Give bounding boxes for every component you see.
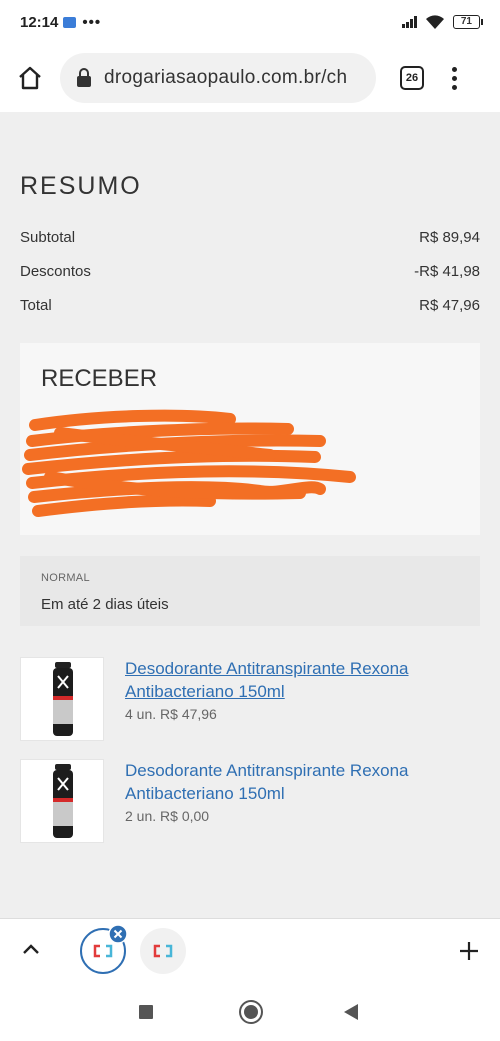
summary-value: -R$ 41,98 <box>414 263 480 280</box>
summary-label: Subtotal <box>20 229 76 246</box>
address-bar[interactable]: drogariasaopaulo.com.br/ch <box>60 53 376 103</box>
home-circle-icon[interactable] <box>239 1000 263 1024</box>
plus-icon[interactable] <box>457 939 481 963</box>
tab-strip <box>0 918 500 982</box>
url-text: drogariasaopaulo.com.br/ch <box>104 67 348 88</box>
home-button[interactable] <box>0 44 60 112</box>
summary-title: RESUMO <box>20 172 142 200</box>
shipping-eta: Em até 2 dias úteis <box>41 596 169 613</box>
notification-overflow-icon: ••• <box>82 13 102 31</box>
deodorant-can-icon <box>53 662 73 736</box>
site-favicon-icon <box>153 944 173 958</box>
product-quantity-price: 2 un. R$ 0,00 <box>125 808 210 824</box>
summary-label: Descontos <box>20 263 91 280</box>
summary-label: Total <box>20 297 52 314</box>
deodorant-can-icon <box>53 764 73 838</box>
tab-thumbnail[interactable] <box>140 928 186 974</box>
notification-app-icon <box>63 16 77 28</box>
shipping-type: NORMAL <box>41 572 90 584</box>
product-quantity-price: 4 un. R$ 47,96 <box>125 706 217 722</box>
summary-row-total: Total R$ 47,96 <box>20 297 480 314</box>
status-time: 12:14 <box>20 13 59 31</box>
back-icon[interactable] <box>344 1004 358 1020</box>
signal-icon <box>401 16 417 28</box>
browser-toolbar: drogariasaopaulo.com.br/ch 26 <box>0 44 500 112</box>
cart-item: Desodorante Antitranspirante Rexona Anti… <box>20 657 480 741</box>
recents-icon[interactable] <box>139 1005 153 1019</box>
close-icon[interactable] <box>108 924 128 944</box>
shipping-option: NORMAL Em até 2 dias úteis <box>20 556 480 626</box>
product-link[interactable]: Desodorante Antitranspirante Rexona Anti… <box>125 657 465 703</box>
home-icon <box>19 66 41 90</box>
summary-value: R$ 47,96 <box>419 297 480 314</box>
tab-switcher-button[interactable]: 26 <box>400 66 424 90</box>
cart-item: Desodorante Antitranspirante Rexona Anti… <box>20 759 480 843</box>
more-vert-icon[interactable] <box>452 66 457 90</box>
wifi-icon <box>425 14 444 29</box>
site-favicon-icon <box>93 944 113 958</box>
product-image[interactable] <box>20 759 104 843</box>
page-content: RESUMO Subtotal R$ 89,94 Descontos -R$ 4… <box>0 112 500 918</box>
product-image[interactable] <box>20 657 104 741</box>
battery-icon: 71 <box>452 15 484 29</box>
summary-row-subtotal: Subtotal R$ 89,94 <box>20 229 480 246</box>
system-nav-bar <box>0 982 500 1041</box>
lock-icon <box>77 68 91 87</box>
receive-panel: RECEBER <box>20 343 480 535</box>
chevron-up-icon[interactable] <box>18 937 44 963</box>
redaction-scribble <box>22 409 356 517</box>
summary-row-discounts: Descontos -R$ 41,98 <box>20 263 480 280</box>
summary-value: R$ 89,94 <box>419 229 480 246</box>
product-link[interactable]: Desodorante Antitranspirante Rexona Anti… <box>125 759 465 805</box>
status-bar: 12:14 ••• 71 <box>0 0 500 44</box>
